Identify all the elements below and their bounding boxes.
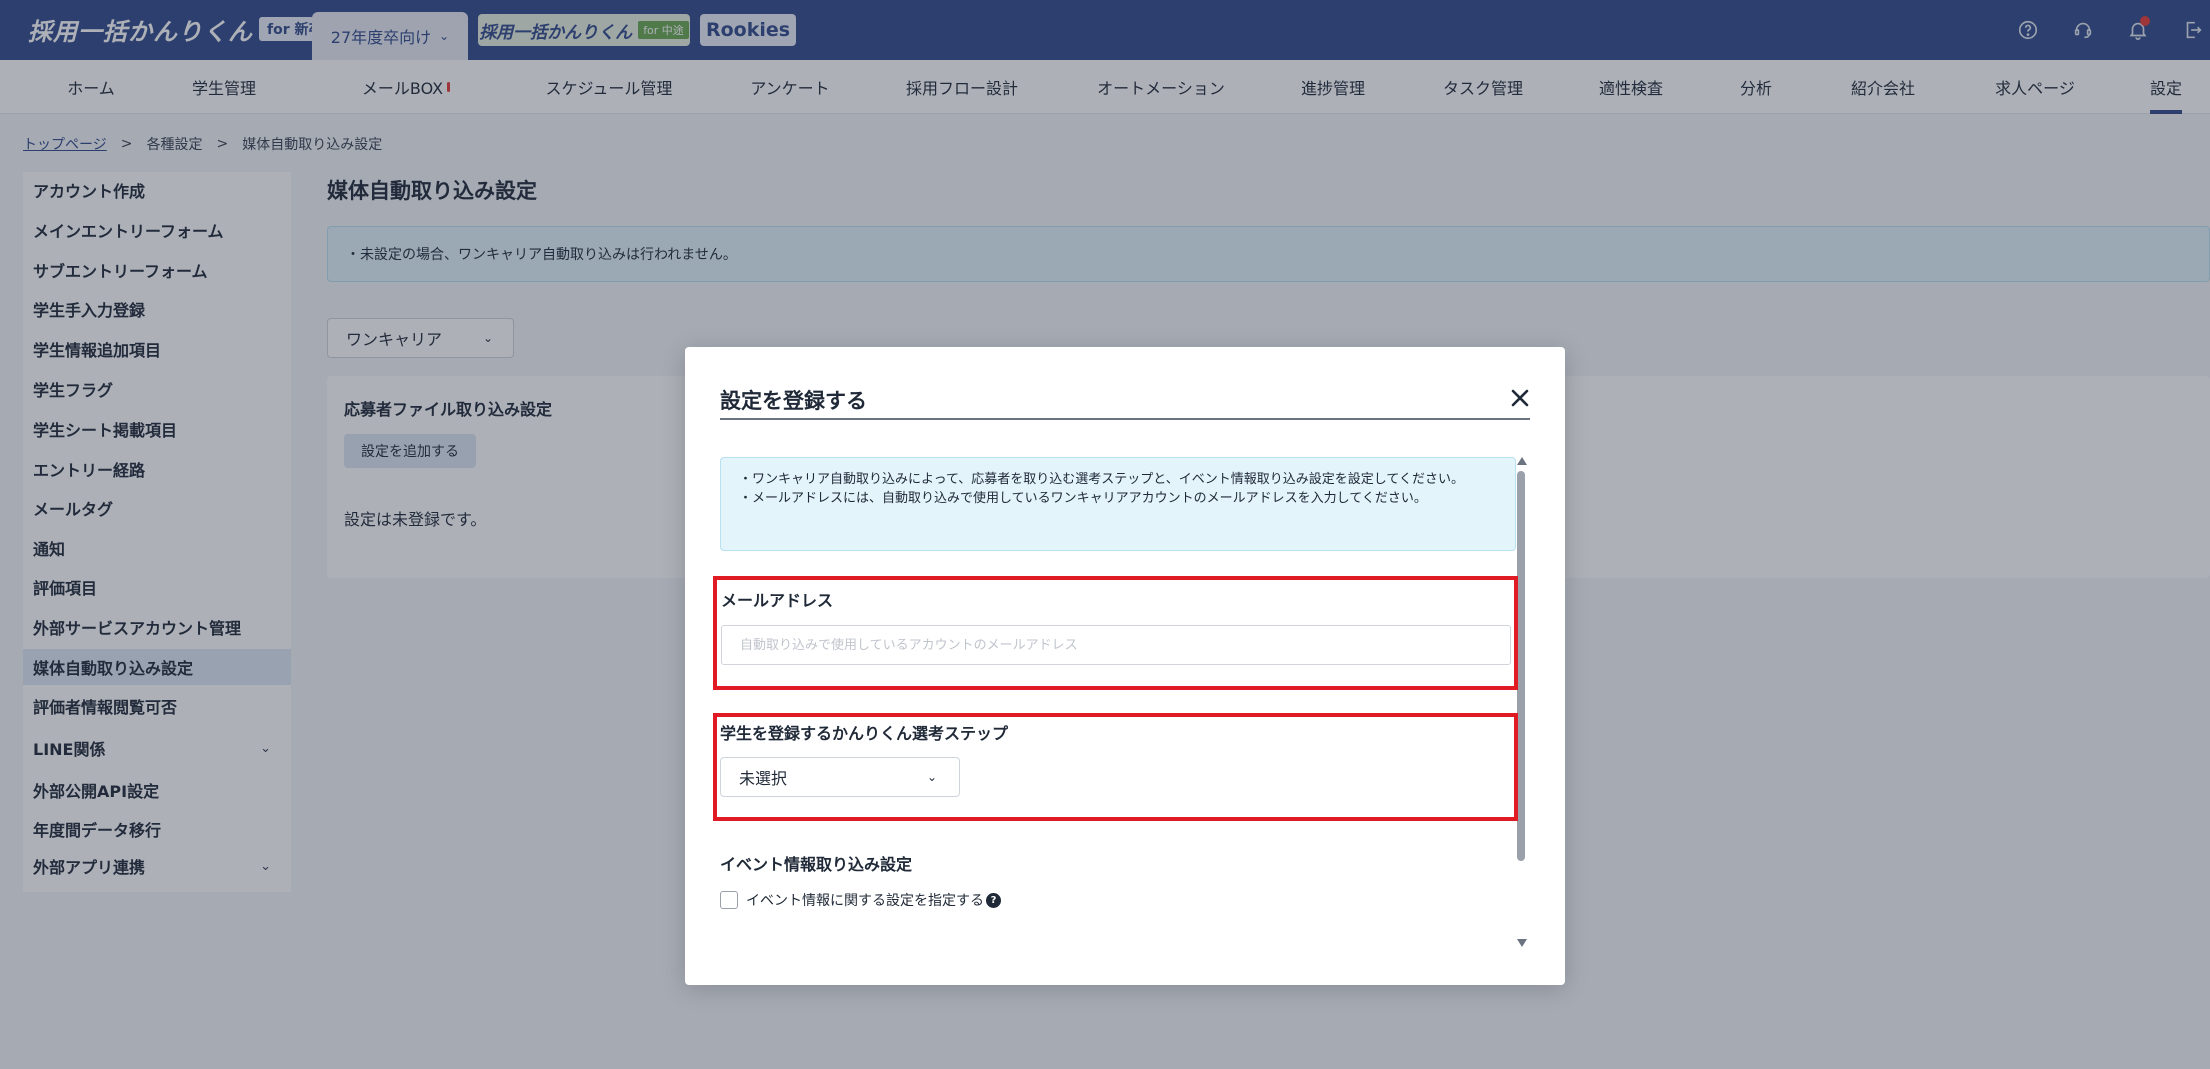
step-label: 学生を登録するかんりくん選考ステップ (720, 724, 1009, 743)
modal-scrollbar[interactable] (1515, 457, 1527, 947)
step-select[interactable]: 未選択 ⌄ (720, 757, 960, 797)
modal-info-box: ・ワンキャリア自動取り込みによって、応募者を取り込む選考ステップと、イベント情報… (720, 457, 1516, 551)
close-icon[interactable] (1505, 383, 1535, 413)
modal-divider (720, 418, 1530, 420)
modal-info-line: ・メールアドレスには、自動取り込みで使用しているワンキャリアアカウントのメールア… (739, 491, 1427, 506)
step-select-value: 未選択 (739, 769, 788, 788)
event-settings-checkbox[interactable] (720, 891, 738, 909)
scroll-down-arrow[interactable] (1517, 939, 1527, 947)
chevron-down-icon: ⌄ (926, 770, 937, 784)
email-input[interactable] (721, 625, 1511, 665)
email-label: メールアドレス (721, 591, 834, 610)
event-settings-checkbox-label[interactable]: イベント情報に関する設定を指定する (746, 890, 984, 910)
help-circle-icon[interactable]: ? (986, 892, 1001, 908)
register-setting-modal: 設定を登録する ・ワンキャリア自動取り込みによって、応募者を取り込む選考ステップ… (685, 347, 1565, 985)
event-settings-label: イベント情報取り込み設定 (720, 855, 913, 874)
scrollbar-thumb[interactable] (1517, 471, 1525, 861)
event-settings-checkbox-row[interactable]: イベント情報に関する設定を指定する ? (720, 890, 1001, 910)
scroll-up-arrow[interactable] (1517, 457, 1527, 465)
modal-title: 設定を登録する (720, 389, 867, 413)
modal-info-line: ・ワンキャリア自動取り込みによって、応募者を取り込む選考ステップと、イベント情報… (739, 472, 1465, 487)
